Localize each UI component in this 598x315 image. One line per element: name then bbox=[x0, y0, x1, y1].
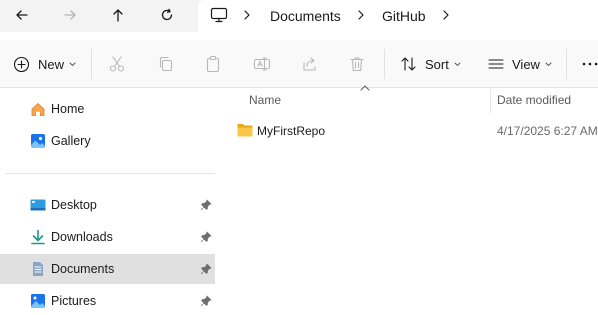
arrow-right-icon bbox=[64, 10, 76, 20]
sidebar-item-documents[interactable]: Documents bbox=[0, 254, 215, 284]
breadcrumb-github[interactable]: GitHub bbox=[382, 8, 426, 24]
navigation-pane: Home Gallery Desktop Downloads Documents… bbox=[0, 89, 215, 315]
documents-icon bbox=[33, 262, 43, 276]
file-name: MyFirstRepo bbox=[257, 124, 326, 138]
arrow-left-icon bbox=[16, 10, 28, 20]
arrow-up-icon bbox=[113, 9, 123, 22]
chevron-down-icon bbox=[454, 62, 461, 66]
cut-icon bbox=[109, 56, 125, 72]
pin-icon[interactable] bbox=[200, 295, 212, 307]
copy-icon bbox=[159, 56, 173, 72]
file-date-modified: 4/17/2025 6:27 AM bbox=[497, 124, 598, 138]
pin-icon[interactable] bbox=[200, 199, 212, 211]
sidebar-item-desktop[interactable]: Desktop bbox=[0, 190, 215, 220]
new-button[interactable]: New bbox=[13, 53, 76, 75]
sidebar-item-downloads[interactable]: Downloads bbox=[0, 222, 215, 252]
toolbar-divider bbox=[91, 49, 92, 79]
folder-icon bbox=[237, 124, 253, 137]
sidebar-item-label: Downloads bbox=[51, 230, 113, 244]
new-label: New bbox=[38, 56, 65, 72]
view-icon bbox=[488, 59, 504, 69]
up-button[interactable] bbox=[105, 4, 131, 26]
share-button[interactable] bbox=[301, 53, 319, 75]
see-more-button[interactable] bbox=[582, 53, 598, 75]
home-icon bbox=[31, 103, 45, 116]
back-button[interactable] bbox=[9, 4, 35, 26]
table-row[interactable]: MyFirstRepo 4/17/2025 6:27 AM bbox=[216, 119, 598, 143]
refresh-icon bbox=[161, 8, 173, 21]
sidebar-item-gallery[interactable]: Gallery bbox=[0, 126, 215, 156]
paste-button[interactable] bbox=[204, 53, 222, 75]
sort-button[interactable]: Sort bbox=[400, 53, 461, 75]
sidebar-item-label: Documents bbox=[51, 262, 115, 276]
column-header-date-modified[interactable]: Date modified bbox=[497, 93, 571, 107]
file-list: Name Date modified MyFirstRepo 4/17/2025… bbox=[216, 85, 598, 315]
sidebar-item-label: Pictures bbox=[51, 294, 97, 308]
monitor-icon[interactable] bbox=[210, 7, 228, 23]
gallery-icon bbox=[31, 134, 45, 148]
sort-icon bbox=[401, 57, 416, 71]
rename-button[interactable] bbox=[253, 53, 271, 75]
sidebar-item-label: Home bbox=[51, 102, 85, 116]
delete-button[interactable] bbox=[348, 53, 366, 75]
sidebar-item-pictures[interactable]: Pictures bbox=[0, 286, 215, 315]
rename-icon bbox=[253, 57, 271, 71]
chevron-right-icon[interactable] bbox=[357, 9, 365, 21]
chevron-down-icon bbox=[69, 62, 76, 66]
cut-button[interactable] bbox=[108, 53, 126, 75]
sidebar-divider bbox=[6, 173, 215, 174]
sidebar-item-home[interactable]: Home bbox=[0, 94, 215, 124]
sort-label: Sort bbox=[425, 56, 449, 72]
chevron-down-icon bbox=[545, 62, 552, 66]
pictures-icon bbox=[31, 294, 45, 308]
copy-button[interactable] bbox=[157, 53, 175, 75]
column-header-name[interactable]: Name bbox=[249, 93, 281, 107]
desktop-icon bbox=[30, 199, 46, 211]
sidebar-item-label: Gallery bbox=[51, 134, 91, 148]
more-icon bbox=[582, 62, 598, 66]
delete-icon bbox=[350, 57, 364, 72]
toolbar-divider bbox=[384, 49, 385, 79]
breadcrumb-documents[interactable]: Documents bbox=[270, 8, 341, 24]
chevron-right-icon[interactable] bbox=[243, 9, 251, 21]
command-bar: New Sort View bbox=[0, 40, 598, 88]
share-icon bbox=[303, 57, 316, 71]
forward-button[interactable] bbox=[57, 4, 83, 26]
plus-circle-icon bbox=[13, 56, 30, 72]
view-button[interactable]: View bbox=[487, 53, 552, 75]
navigation-bar: Documents GitHub bbox=[0, 0, 598, 32]
address-bar[interactable]: Documents GitHub bbox=[198, 0, 598, 32]
chevron-right-icon[interactable] bbox=[442, 9, 450, 21]
toolbar-divider bbox=[566, 49, 567, 79]
refresh-button[interactable] bbox=[154, 4, 180, 26]
pin-icon[interactable] bbox=[200, 231, 212, 243]
download-icon bbox=[31, 229, 45, 245]
pin-icon[interactable] bbox=[200, 263, 212, 275]
paste-icon bbox=[206, 55, 220, 73]
column-divider[interactable] bbox=[490, 89, 491, 113]
view-label: View bbox=[512, 56, 540, 72]
sort-ascending-icon bbox=[360, 85, 370, 91]
sidebar-item-label: Desktop bbox=[51, 198, 97, 212]
